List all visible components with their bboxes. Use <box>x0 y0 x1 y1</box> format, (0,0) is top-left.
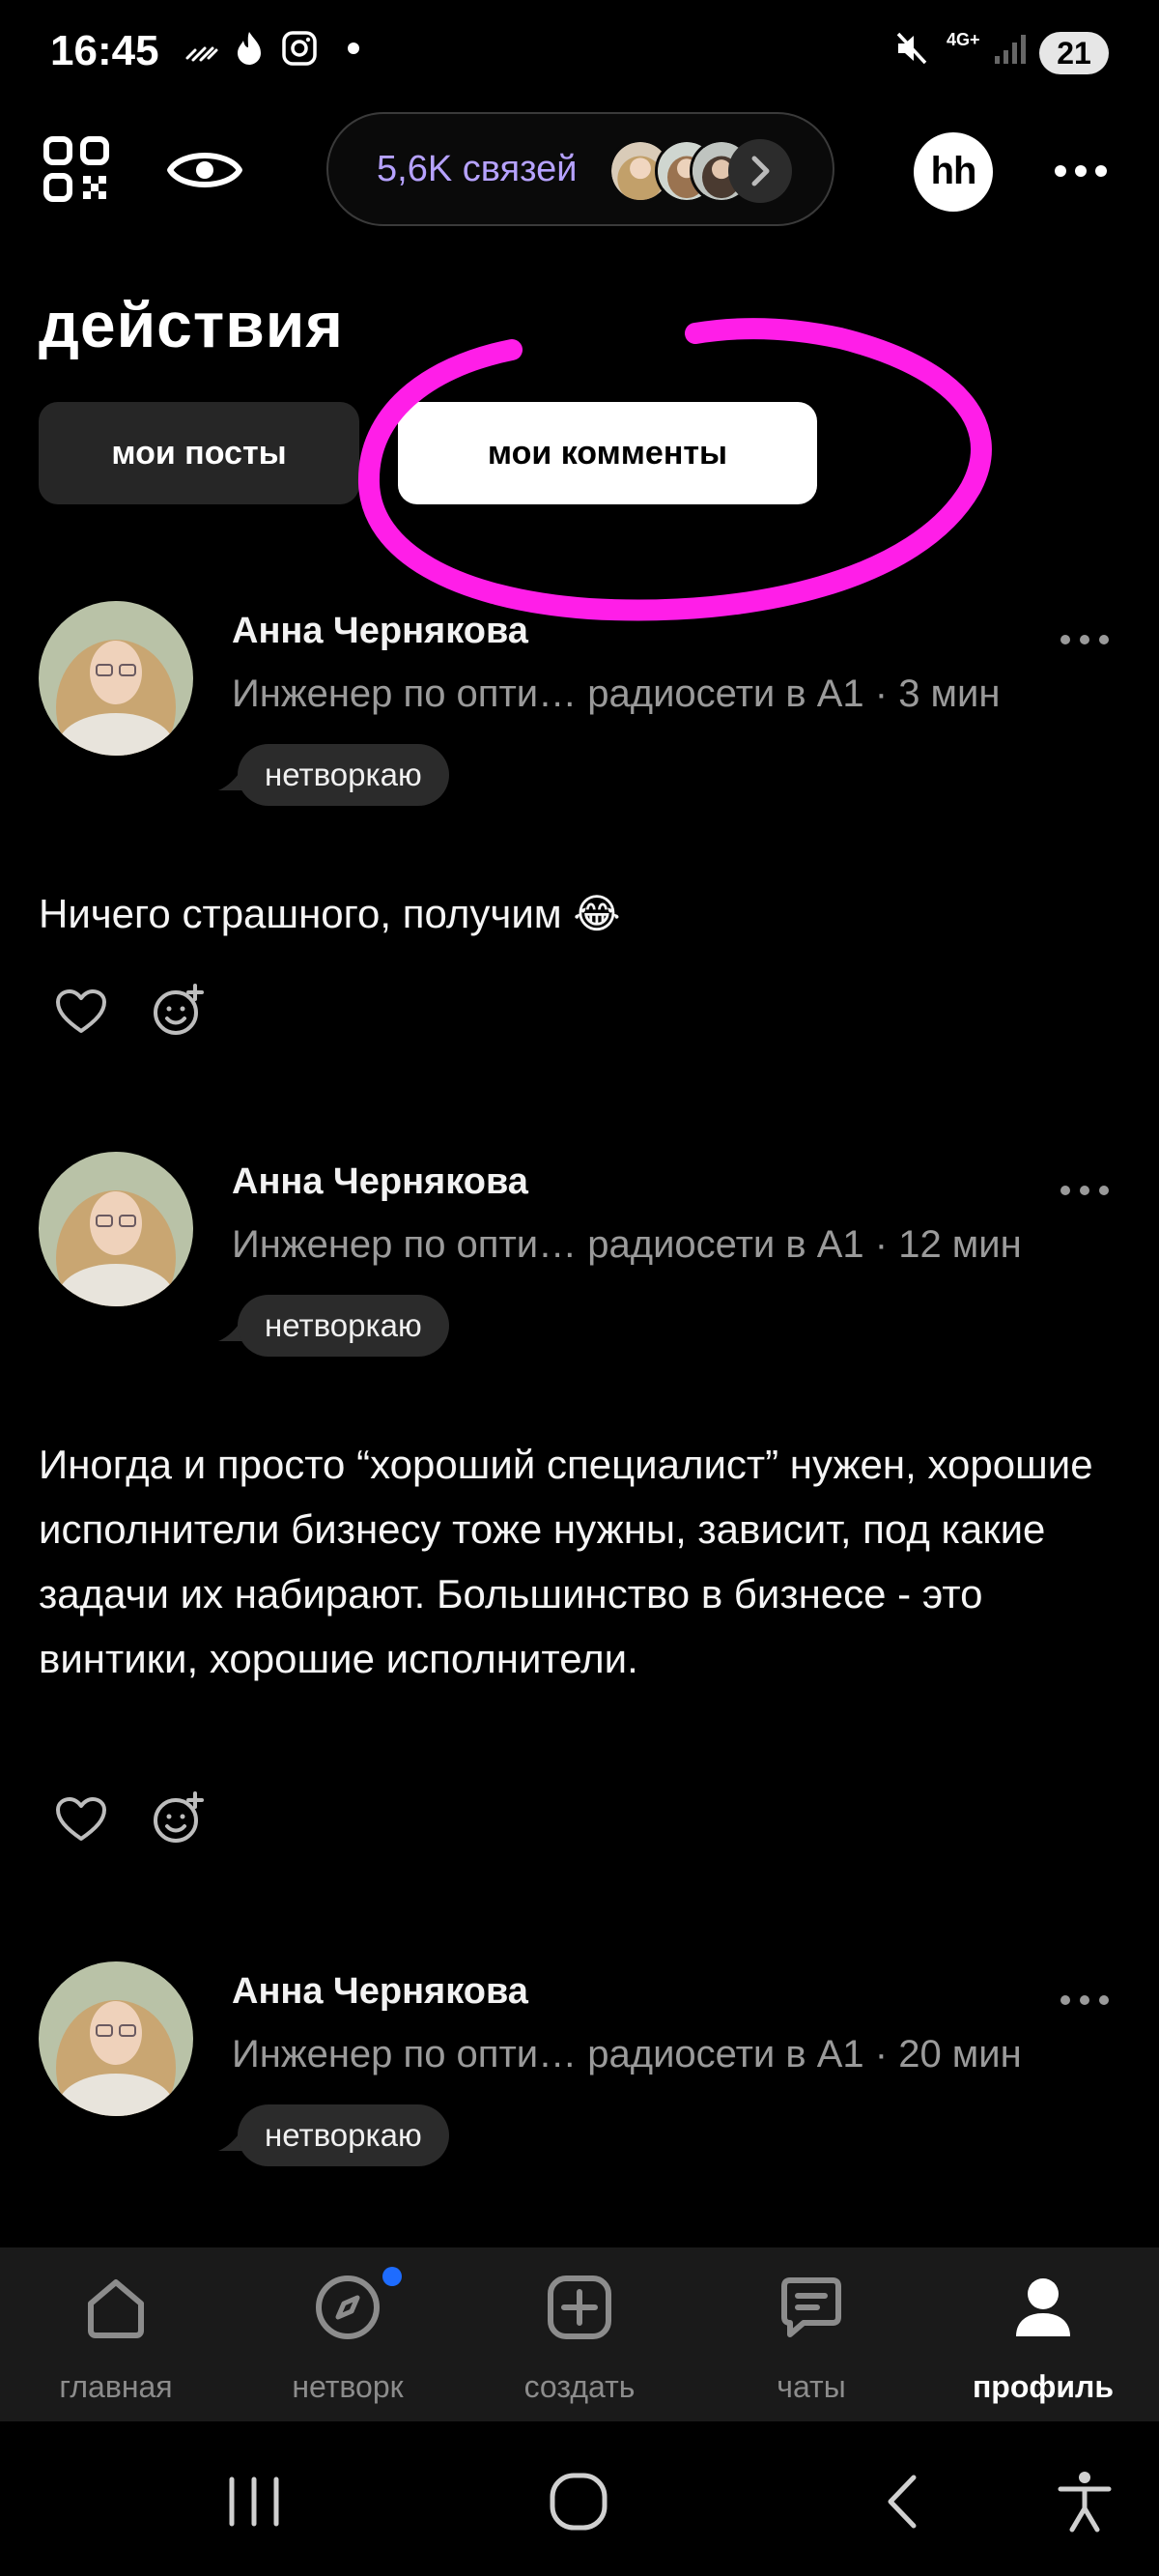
home-icon <box>88 2279 144 2338</box>
comment-author[interactable]: Анна Чернякова <box>232 1971 528 2013</box>
connections-pill[interactable]: 5,6K связей <box>326 112 834 226</box>
plus-square-icon <box>548 2275 611 2339</box>
chat-icon <box>781 2277 841 2337</box>
comment-text: Ничего страшного, получим 😂 <box>39 891 621 936</box>
nav-item-create[interactable]: создать <box>464 2247 695 2421</box>
nav-item-home[interactable]: главная <box>0 2247 232 2421</box>
nav-label-network: нетворк <box>292 2369 404 2404</box>
more-icon[interactable] <box>1053 158 1109 184</box>
nav-item-chats[interactable]: чаты <box>695 2247 927 2421</box>
bottom-nav: главная нетворк создать чаты профиль <box>0 2247 1159 2421</box>
fire-icon <box>238 32 261 65</box>
battery-indicator: 21 <box>1039 32 1109 74</box>
status-badge: нетворкаю <box>238 744 449 806</box>
recents-icon[interactable] <box>220 2468 288 2535</box>
heart-icon[interactable] <box>54 987 108 1036</box>
hh-logo[interactable]: hh <box>914 132 993 212</box>
comment-author[interactable]: Анна Чернякова <box>232 1161 528 1203</box>
status-bar: 16:45 4G+ 21 <box>0 0 1159 106</box>
avatar[interactable] <box>39 1961 193 2116</box>
more-icon[interactable] <box>1059 1990 1111 2010</box>
qr-code-icon[interactable] <box>42 135 110 203</box>
more-icon[interactable] <box>1059 1181 1111 1200</box>
page-title: действия <box>39 289 344 360</box>
heart-icon[interactable] <box>54 1795 108 1844</box>
status-badge: нетворкаю <box>238 1295 449 1357</box>
nav-label-chats: чаты <box>777 2369 846 2404</box>
notification-dot <box>382 2267 402 2286</box>
add-reaction-icon[interactable] <box>151 1791 205 1846</box>
connections-count: 5,6K связей <box>377 149 578 189</box>
profile-icon <box>1016 2278 1070 2336</box>
nav-label-create: создать <box>523 2369 636 2404</box>
add-reaction-icon[interactable] <box>151 984 205 1038</box>
nav-label-profile: профиль <box>972 2369 1115 2404</box>
home-circle-icon[interactable] <box>545 2468 612 2535</box>
comment-text: Иногда и просто “хороший специалист” нуж… <box>39 1442 1093 1681</box>
nav-label-home: главная <box>59 2369 173 2404</box>
accessibility-icon[interactable] <box>1051 2468 1118 2535</box>
comment-author[interactable]: Анна Чернякова <box>232 611 528 652</box>
dot-icon <box>348 43 359 54</box>
tab-my-comments[interactable]: мои комменты <box>398 402 817 504</box>
tab-my-posts[interactable]: мои посты <box>39 402 359 504</box>
mute-icon <box>896 32 927 65</box>
chevron-right-icon <box>751 156 770 186</box>
more-icon[interactable] <box>1059 630 1111 649</box>
comment-meta: Инженер по опти… радиосети в А1 · 3 мин <box>232 673 1001 715</box>
avatar[interactable] <box>39 1152 193 1306</box>
connections-arrow[interactable] <box>728 139 792 203</box>
compass-icon <box>316 2275 380 2339</box>
status-badge: нетворкаю <box>238 2104 449 2166</box>
network-type: 4G+ <box>947 30 980 49</box>
system-nav <box>0 2421 1159 2576</box>
eye-icon[interactable] <box>166 145 243 195</box>
comment-meta: Инженер по опти… радиосети в А1 · 20 мин <box>232 2033 1022 2075</box>
nav-item-profile[interactable]: профиль <box>927 2247 1159 2421</box>
instagram-icon <box>282 31 317 66</box>
signal-icon <box>995 35 1026 64</box>
back-icon[interactable] <box>869 2468 937 2535</box>
status-time: 16:45 <box>50 27 159 74</box>
avatar[interactable] <box>39 601 193 756</box>
nav-item-network[interactable]: нетворк <box>232 2247 464 2421</box>
comment-meta: Инженер по опти… радиосети в А1 · 12 мин <box>232 1223 1022 1266</box>
wifi-calling-icon <box>185 46 218 62</box>
